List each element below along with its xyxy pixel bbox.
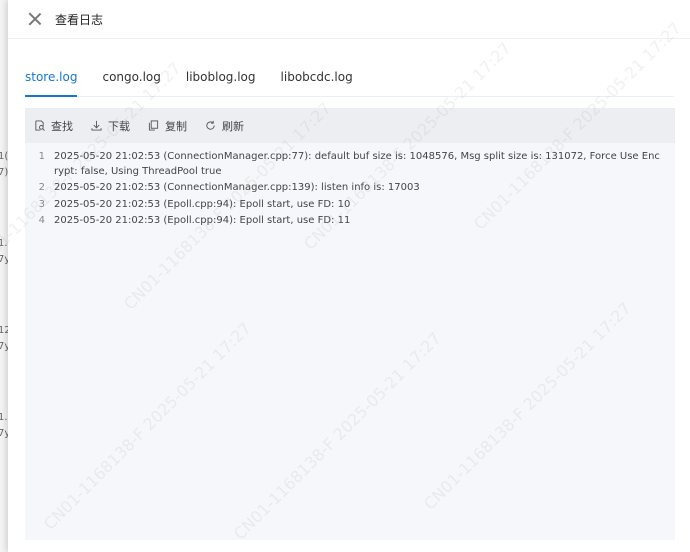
drawer-title: 查看日志	[55, 12, 104, 27]
log-line: 1 2025-05-20 21:02:53 (ConnectionManager…	[25, 150, 675, 179]
line-number: 1	[38, 151, 45, 162]
close-icon[interactable]	[28, 12, 42, 26]
background-text-fragment: 7y	[0, 428, 8, 439]
background-text-fragment: 1.	[0, 238, 8, 249]
refresh-button-label: 刷新	[222, 119, 244, 133]
background-text-fragment: 1.	[0, 412, 8, 423]
download-icon	[91, 120, 102, 131]
log-text: 2025-05-20 21:02:53 (ConnectionManager.c…	[54, 182, 420, 193]
tab-store-log[interactable]: store.log	[25, 66, 78, 97]
tab-liboblog-log[interactable]: liboblog.log	[186, 66, 256, 96]
log-text: 2025-05-20 21:02:53 (Epoll.cpp:94): Epol…	[54, 215, 351, 226]
log-panel: 查找 下载 复制 刷新 1 2025-05-20 21:02:53 (Conne…	[25, 108, 675, 540]
line-number: 4	[38, 215, 45, 226]
background-text-fragment: 7y	[0, 341, 8, 352]
find-button[interactable]: 查找	[34, 118, 73, 134]
background-text-fragment: 1(	[0, 151, 8, 162]
drawer-header: 查看日志	[8, 0, 690, 39]
background-text-fragment: 7y	[0, 254, 8, 265]
log-file-tabs: store.log congo.log liboblog.log libobcd…	[25, 66, 674, 97]
background-text-fragment: 12	[0, 325, 8, 336]
line-number: 2	[38, 182, 45, 193]
log-line: 3 2025-05-20 21:02:53 (Epoll.cpp:94): Ep…	[25, 198, 675, 213]
log-viewer-drawer: 查看日志 store.log congo.log liboblog.log li…	[8, 0, 690, 552]
tab-libobcdc-log[interactable]: libobcdc.log	[281, 66, 353, 96]
download-button[interactable]: 下载	[91, 118, 130, 134]
refresh-button[interactable]: 刷新	[205, 118, 244, 134]
find-button-label: 查找	[51, 119, 73, 133]
log-line: 2 2025-05-20 21:02:53 (ConnectionManager…	[25, 181, 675, 196]
log-text: 2025-05-20 21:02:53 (ConnectionManager.c…	[54, 151, 660, 177]
search-doc-icon	[35, 120, 45, 131]
line-number: 3	[38, 198, 45, 210]
download-button-label: 下载	[108, 119, 130, 133]
copy-button-label: 复制	[165, 119, 187, 133]
background-text-fragment: 7)	[0, 167, 8, 178]
log-content: 1 2025-05-20 21:02:53 (ConnectionManager…	[25, 143, 675, 229]
copy-button[interactable]: 复制	[148, 118, 187, 134]
log-toolbar: 查找 下载 复制 刷新	[25, 108, 675, 143]
log-text: 2025-05-20 21:02:53 (Epoll.cpp:94): Epol…	[54, 198, 351, 210]
tab-congo-log[interactable]: congo.log	[102, 66, 160, 96]
copy-icon	[148, 120, 159, 131]
log-line: 4 2025-05-20 21:02:53 (Epoll.cpp:94): Ep…	[25, 214, 675, 229]
background-page-edge: 1( 7) 1. 7y 12 7y 1. 7y	[0, 0, 8, 552]
refresh-icon	[206, 120, 215, 130]
